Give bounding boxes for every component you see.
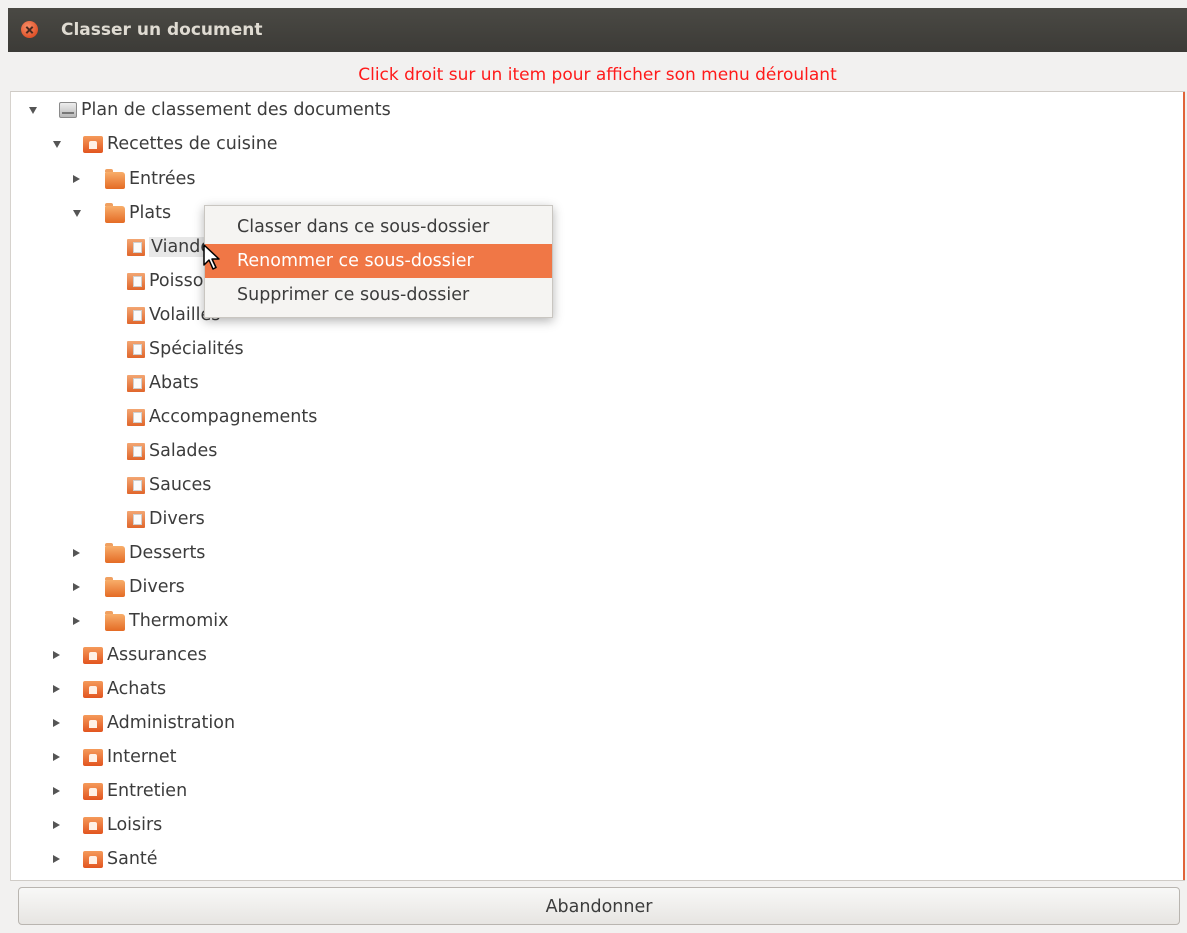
- drive-icon: [59, 102, 77, 118]
- tree-item-specialites[interactable]: Spécialités: [11, 332, 244, 366]
- tree-item-achats[interactable]: Achats: [11, 672, 166, 706]
- subfolder-icon: [127, 442, 145, 460]
- folder-icon: [105, 168, 125, 189]
- subfolder-icon: [127, 476, 145, 494]
- expander-open-icon[interactable]: [29, 107, 37, 114]
- category-folder-icon: [83, 646, 103, 664]
- window-title: Classer un document: [61, 20, 263, 40]
- expander-closed-icon[interactable]: [73, 617, 80, 625]
- tree-item-label: Loisirs: [107, 815, 163, 835]
- context-menu: Classer dans ce sous-dossier Renommer ce…: [204, 205, 553, 318]
- tree-item-label: Assurances: [107, 645, 207, 665]
- category-folder-icon: [83, 816, 103, 834]
- title-bar: Classer un document: [8, 8, 1187, 52]
- subfolder-icon: [127, 306, 145, 324]
- tree-item-label: Sauces: [149, 475, 212, 495]
- category-folder-icon: [83, 850, 103, 868]
- category-folder-icon: [83, 748, 103, 766]
- category-folder-icon: [83, 680, 103, 698]
- subfolder-icon: [127, 340, 145, 358]
- tree-item-label: Salades: [149, 441, 218, 461]
- tree-item-label: Plats: [129, 203, 172, 223]
- folder-icon: [105, 542, 125, 563]
- tree-item-label: Plan de classement des documents: [81, 100, 391, 120]
- tree-item-assurances[interactable]: Assurances: [11, 638, 207, 672]
- tree-item-viandes[interactable]: Viandes: [11, 230, 225, 264]
- expander-closed-icon[interactable]: [53, 855, 60, 863]
- category-folder-icon: [83, 135, 103, 153]
- tree-item-label: Administration: [107, 713, 236, 733]
- subfolder-icon: [127, 510, 145, 528]
- tree-item-divers[interactable]: Divers: [11, 570, 185, 604]
- subfolder-icon: [127, 272, 145, 290]
- tree-item-poissons[interactable]: Poissons: [11, 264, 224, 298]
- subfolder-icon: [127, 374, 145, 392]
- tree-item-label: Accompagnements: [149, 407, 318, 427]
- tree-item-abats[interactable]: Abats: [11, 366, 199, 400]
- folder-icon: [105, 202, 125, 223]
- menu-item-renommer[interactable]: Renommer ce sous-dossier: [205, 244, 552, 278]
- folder-icon: [105, 576, 125, 597]
- category-folder-icon: [83, 714, 103, 732]
- category-folder-icon: [83, 782, 103, 800]
- tree-item-label: Recettes de cuisine: [107, 134, 278, 154]
- tree-item-accompagnements[interactable]: Accompagnements: [11, 400, 317, 434]
- expander-closed-icon[interactable]: [53, 685, 60, 693]
- tree-item-plats[interactable]: Plats: [11, 196, 171, 230]
- tree-item-internet[interactable]: Internet: [11, 740, 177, 774]
- tree-item-administration[interactable]: Administration: [11, 706, 235, 740]
- tree-item-loisirs[interactable]: Loisirs: [11, 808, 162, 842]
- mouse-pointer-icon: [203, 244, 220, 270]
- subfolder-icon: [127, 408, 145, 426]
- tree-item-label: Entrées: [129, 169, 196, 189]
- expander-closed-icon[interactable]: [53, 719, 60, 727]
- expander-closed-icon[interactable]: [73, 583, 80, 591]
- expander-closed-icon[interactable]: [73, 175, 80, 183]
- tree-item-label: Internet: [107, 747, 177, 767]
- menu-item-supprimer[interactable]: Supprimer ce sous-dossier: [205, 278, 552, 312]
- tree-item-divers-plats[interactable]: Divers: [11, 502, 205, 536]
- tree-item-label: Desserts: [129, 543, 206, 563]
- tree-border: [1183, 92, 1185, 880]
- expander-closed-icon[interactable]: [73, 549, 80, 557]
- subfolder-icon: [127, 238, 145, 256]
- abandon-button[interactable]: Abandonner: [18, 887, 1180, 925]
- expander-closed-icon[interactable]: [53, 753, 60, 761]
- tree-item-label: Abats: [149, 373, 199, 393]
- menu-item-classer[interactable]: Classer dans ce sous-dossier: [205, 210, 552, 244]
- tree-item-salades[interactable]: Salades: [11, 434, 217, 468]
- folder-tree[interactable]: Plan de classement des documents Recette…: [10, 91, 1185, 881]
- expander-open-icon[interactable]: [53, 141, 61, 148]
- tree-item-volailles[interactable]: Volailles: [11, 298, 220, 332]
- tree-item-entrees[interactable]: Entrées: [11, 162, 195, 196]
- tree-item-entretien[interactable]: Entretien: [11, 774, 187, 808]
- tree-item-label: Divers: [129, 577, 185, 597]
- tree-item-recettes[interactable]: Recettes de cuisine: [11, 127, 278, 161]
- tree-item-label: Divers: [149, 509, 205, 529]
- tree-item-label: Santé: [107, 849, 158, 869]
- tree-item-sauces[interactable]: Sauces: [11, 468, 211, 502]
- tree-item-label: Entretien: [107, 781, 188, 801]
- tree-item-root[interactable]: Plan de classement des documents: [11, 93, 391, 127]
- tree-item-sante[interactable]: Santé: [11, 842, 158, 876]
- tree-item-label: Thermomix: [129, 611, 229, 631]
- expander-closed-icon[interactable]: [53, 787, 60, 795]
- tree-item-label: Spécialités: [149, 339, 244, 359]
- expander-closed-icon[interactable]: [53, 821, 60, 829]
- close-icon[interactable]: [21, 21, 38, 38]
- tree-item-thermomix[interactable]: Thermomix: [11, 604, 228, 638]
- expander-open-icon[interactable]: [73, 210, 81, 217]
- tree-item-label: Achats: [107, 679, 167, 699]
- tree-item-desserts[interactable]: Desserts: [11, 536, 205, 570]
- expander-closed-icon[interactable]: [53, 651, 60, 659]
- folder-icon: [105, 610, 125, 631]
